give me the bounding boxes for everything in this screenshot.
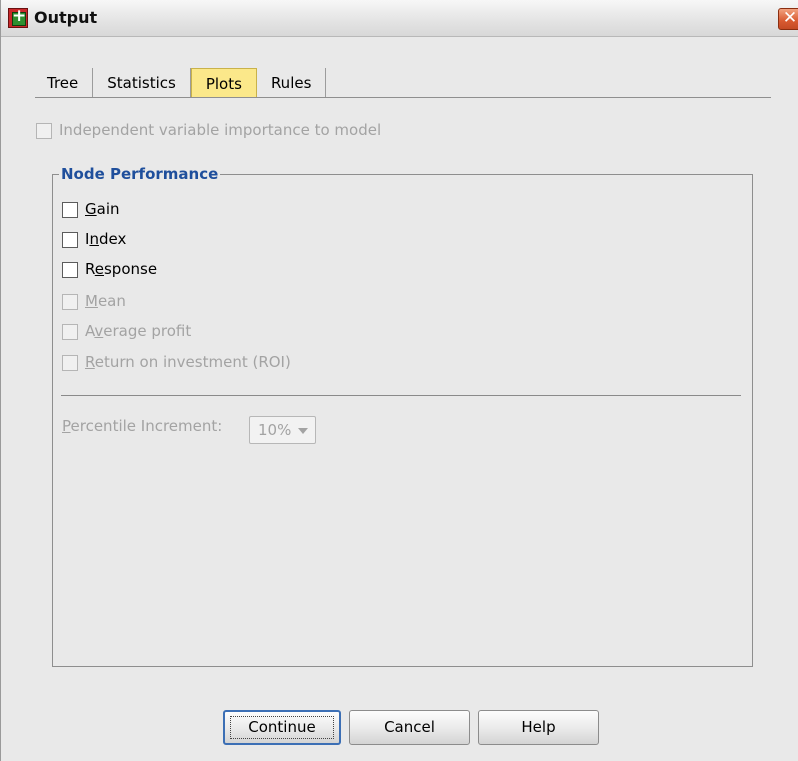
close-button[interactable]: ✕ <box>778 8 798 30</box>
tab-tree[interactable]: Tree <box>35 68 94 98</box>
mean-label-rest: ean <box>97 292 126 310</box>
tab-bar: Tree Statistics Plots Rules <box>35 68 327 98</box>
output-dialog: Output ✕ Tree Statistics Plots Rules Ind… <box>0 0 798 761</box>
importance-label: Independent variable importance to model <box>59 121 382 139</box>
group-separator <box>61 395 741 396</box>
tab-rules[interactable]: Rules <box>257 68 327 98</box>
continue-button[interactable]: Continue <box>223 710 341 745</box>
importance-checkbox[interactable] <box>36 123 52 139</box>
help-button[interactable]: Help <box>478 710 599 745</box>
tab-plots[interactable]: Plots <box>190 68 257 98</box>
index-checkbox[interactable] <box>62 232 78 248</box>
mean-label: Mean <box>85 292 126 310</box>
gain-label: Gain <box>85 200 120 218</box>
mean-checkbox[interactable] <box>62 294 78 310</box>
percentile-increment-label: Percentile Increment: <box>62 417 222 435</box>
response-mnemonic: e <box>94 260 104 278</box>
average-profit-label: Average profit <box>85 322 191 340</box>
percentile-mnemonic: P <box>62 417 71 435</box>
average-profit-mnemonic: v <box>94 322 104 340</box>
percentile-increment-value: 10% <box>258 421 292 439</box>
response-checkbox[interactable] <box>62 262 78 278</box>
response-label-prefix: R <box>85 260 95 278</box>
focus-ring <box>230 716 334 739</box>
percentile-label-rest: ercentile Increment: <box>70 417 223 435</box>
roi-label: Return on investment (ROI) <box>85 353 291 371</box>
app-icon <box>8 6 28 28</box>
roi-checkbox[interactable] <box>62 355 78 371</box>
index-mnemonic: n <box>89 230 99 248</box>
node-performance-title: Node Performance <box>59 165 221 183</box>
gain-mnemonic: G <box>85 200 97 218</box>
average-profit-checkbox[interactable] <box>62 324 78 340</box>
mean-mnemonic: M <box>85 292 98 310</box>
roi-label-rest: eturn on investment (ROI) <box>94 353 291 371</box>
percentile-increment-select[interactable]: 10% <box>249 416 316 444</box>
tab-divider <box>35 97 771 98</box>
response-label-rest: sponse <box>103 260 158 278</box>
gain-checkbox[interactable] <box>62 202 78 218</box>
roi-mnemonic: R <box>85 353 95 371</box>
window-title: Output <box>34 8 98 27</box>
average-profit-prefix: A <box>85 322 95 340</box>
gain-label-rest: ain <box>96 200 120 218</box>
title-bar[interactable]: Output ✕ <box>1 0 798 37</box>
response-label: Response <box>85 260 157 278</box>
average-profit-label-rest: erage profit <box>103 322 192 340</box>
index-label: Index <box>85 230 126 248</box>
cancel-button[interactable]: Cancel <box>349 710 470 745</box>
dropdown-arrow-icon <box>298 428 308 434</box>
index-label-rest: dex <box>98 230 127 248</box>
tab-statistics[interactable]: Statistics <box>93 68 191 98</box>
